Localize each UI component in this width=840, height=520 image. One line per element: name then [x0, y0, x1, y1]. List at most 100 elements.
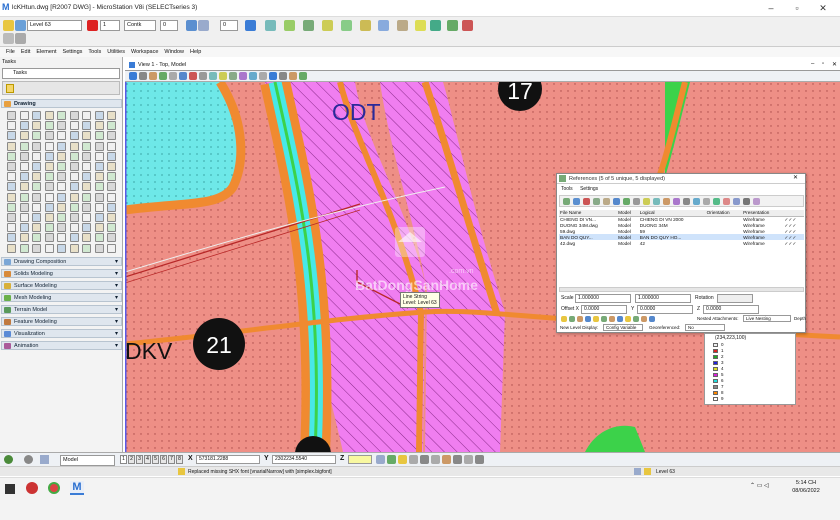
saved-views-icon[interactable]	[341, 20, 352, 31]
drawing-tool-icon[interactable]	[19, 192, 29, 202]
drawing-tool-icon[interactable]	[32, 182, 41, 192]
app-red-icon[interactable]	[26, 482, 38, 494]
drawing-tool-icon[interactable]	[69, 151, 79, 161]
drawing-tool-icon[interactable]	[107, 213, 116, 222]
menu-file[interactable]: File	[6, 47, 15, 57]
reference-tool-icon[interactable]	[623, 198, 630, 205]
view-tool-icon[interactable]	[209, 72, 217, 80]
style-combo[interactable]: Contk	[124, 20, 156, 31]
references-close-button[interactable]: ✕	[793, 174, 798, 181]
scale-input-b[interactable]: 1.000000	[635, 294, 691, 303]
element-selection-icon[interactable]	[3, 33, 14, 44]
view-tool-icon[interactable]	[289, 72, 297, 80]
section-animation[interactable]: Animation ▾	[1, 341, 122, 350]
reference-tool-icon[interactable]	[713, 198, 720, 205]
drawing-tool-icon[interactable]	[107, 233, 116, 243]
menu-help[interactable]: Help	[190, 47, 201, 57]
view-tool-icon[interactable]	[159, 72, 167, 80]
drawing-tool-icon[interactable]	[7, 172, 16, 182]
view-group-icon[interactable]	[40, 455, 49, 464]
drawing-tool-icon[interactable]	[7, 141, 16, 151]
drawing-tool-icon[interactable]	[57, 121, 66, 131]
drawing-tool-icon[interactable]	[94, 172, 104, 182]
menu-element[interactable]: Element	[36, 47, 56, 57]
drawing-tool-icon[interactable]	[69, 202, 79, 212]
drawing-tool-icon[interactable]	[57, 233, 66, 243]
drawing-tool-icon[interactable]	[94, 121, 104, 131]
reference-tool-icon[interactable]	[683, 198, 690, 205]
drawing-tool-icon[interactable]	[19, 202, 29, 212]
active-level-combo[interactable]: Level 63	[27, 20, 82, 31]
drawing-tool-icon[interactable]	[19, 131, 29, 141]
drawing-tool-icon[interactable]	[32, 121, 41, 131]
drawing-tool-icon[interactable]	[44, 213, 54, 222]
reference-tool-icon[interactable]	[613, 198, 620, 205]
drawing-tool-icon[interactable]	[32, 243, 41, 253]
drawing-tool-icon[interactable]	[44, 131, 54, 141]
reference-tool-icon[interactable]	[653, 198, 660, 205]
color-combo[interactable]: 1	[100, 20, 120, 31]
drawing-tool-icon[interactable]	[69, 182, 79, 192]
drawing-tool-icon[interactable]	[107, 172, 116, 182]
view-tool-icon[interactable]	[239, 72, 247, 80]
drawing-tool-icon[interactable]	[19, 172, 29, 182]
view-button[interactable]: 6	[160, 455, 167, 464]
drawing-tool-icon[interactable]	[7, 182, 16, 192]
microstation-taskbar-icon[interactable]: M	[70, 481, 84, 495]
reference-tool-icon[interactable]	[723, 198, 730, 205]
snap-mode-icon[interactable]	[442, 455, 451, 464]
drawing-tool-icon[interactable]	[7, 233, 16, 243]
reference-tool-icon[interactable]	[703, 198, 710, 205]
drawing-tool-icon[interactable]	[44, 182, 54, 192]
ref-menu-settings[interactable]: Settings	[580, 186, 598, 192]
drawing-tool-icon[interactable]	[19, 233, 29, 243]
snap-mode-icon[interactable]	[398, 455, 407, 464]
drawing-tool-icon[interactable]	[82, 141, 91, 151]
z-coordinate-field[interactable]	[348, 455, 372, 464]
drawing-tool-icon[interactable]	[57, 151, 66, 161]
view-tool-icon[interactable]	[259, 72, 267, 80]
drawing-tool-icon[interactable]	[94, 233, 104, 243]
reference-tool-icon[interactable]	[733, 198, 740, 205]
menu-settings[interactable]: Settings	[63, 47, 83, 57]
drawing-tool-icon[interactable]	[44, 192, 54, 202]
snap-mode-icon[interactable]	[431, 455, 440, 464]
reference-option-icon[interactable]	[593, 316, 599, 322]
maximize-button[interactable]: ▫	[788, 2, 806, 15]
drawing-tool-icon[interactable]	[44, 202, 54, 212]
tasks-combo[interactable]: Tasks	[2, 68, 120, 79]
drawing-tool-icon[interactable]	[19, 162, 29, 171]
raster-icon[interactable]	[322, 20, 333, 31]
snap-mode-icon[interactable]	[387, 455, 396, 464]
drawing-tool-icon[interactable]	[94, 141, 104, 151]
drawing-tool-icon[interactable]	[82, 243, 91, 253]
drawing-tool-icon[interactable]	[69, 192, 79, 202]
drawing-tool-icon[interactable]	[44, 151, 54, 161]
drawing-tool-icon[interactable]	[57, 131, 66, 141]
snap-mode-icon[interactable]	[420, 455, 429, 464]
drawing-tool-icon[interactable]	[69, 121, 79, 131]
section-mesh-modeling[interactable]: Mesh Modeling ▾	[1, 293, 122, 302]
drawing-tool-icon[interactable]	[107, 202, 116, 212]
drawing-tool-icon[interactable]	[32, 172, 41, 182]
view-tool-icon[interactable]	[169, 72, 177, 80]
menu-window[interactable]: Window	[164, 47, 184, 57]
drawing-tool-icon[interactable]	[7, 213, 16, 222]
drawing-tool-icon[interactable]	[19, 141, 29, 151]
nested-combo[interactable]: Live Nesting	[743, 315, 791, 322]
drawing-tool-icon[interactable]	[19, 213, 29, 222]
drawing-tool-icon[interactable]	[69, 141, 79, 151]
drawing-tool-icon[interactable]	[57, 141, 66, 151]
drawing-tool-icon[interactable]	[69, 223, 79, 233]
view-tool-icon[interactable]	[179, 72, 187, 80]
offset-z-input[interactable]: 0.0000	[703, 305, 759, 314]
level-color-item[interactable]: 9	[713, 396, 753, 402]
drawing-tool-icon[interactable]	[19, 111, 29, 120]
drawing-tool-icon[interactable]	[107, 141, 116, 151]
drawing-tool-icon[interactable]	[19, 243, 29, 253]
display-checkbox[interactable]: ✓	[792, 235, 797, 240]
drawing-tool-icon[interactable]	[82, 121, 91, 131]
drawing-tool-icon[interactable]	[82, 202, 91, 212]
reference-tool-icon[interactable]	[743, 198, 750, 205]
view-tool-icon[interactable]	[189, 72, 197, 80]
